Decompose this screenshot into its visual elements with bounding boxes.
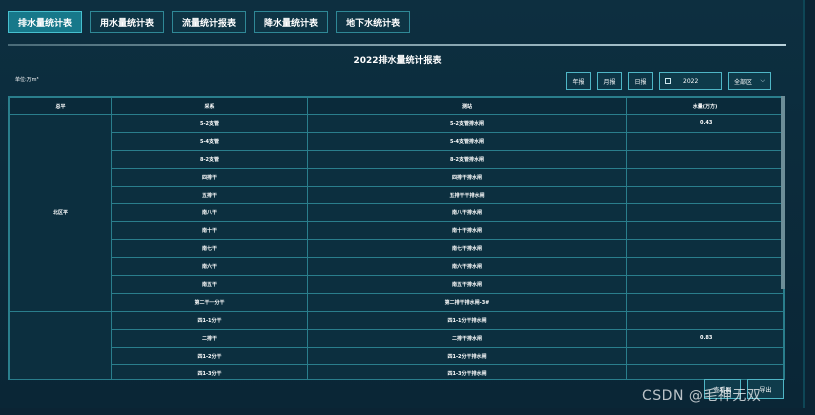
station-cell: 南七干排水闸 — [307, 239, 627, 259]
month-report-button[interactable]: 月报 — [597, 72, 622, 90]
table-row: 8-2支管 8-2支管排水闸 — [10, 149, 784, 169]
station-cell: 8-2支管排水闸 — [307, 149, 627, 169]
station-cell: 南五干排水闸 — [307, 275, 627, 294]
tab-groundwater[interactable]: 地下水统计表 — [336, 11, 411, 33]
calendar-icon — [665, 78, 671, 84]
volume-cell — [626, 131, 784, 151]
volume-cell — [626, 275, 784, 294]
volume-cell — [626, 310, 784, 330]
station-cell: 第二排干排水闸-3# — [307, 292, 627, 312]
group-cell: 北区平 — [9, 114, 112, 312]
date-value: 2022 — [683, 77, 699, 85]
volume-cell — [626, 185, 784, 205]
volume-cell — [626, 167, 784, 187]
year-report-button[interactable]: 年报 — [566, 72, 591, 90]
table-row: 南七干 南七干排水闸 — [10, 239, 784, 259]
volume-cell — [626, 149, 784, 169]
table-row: 四1-2分干 四1-2分干排水闸 — [10, 346, 784, 366]
system-cell: 南八干 — [111, 203, 308, 223]
system-cell: 二排干 — [111, 328, 308, 348]
group-cell — [9, 310, 112, 379]
table-header-row: 总平 采系 测站 水量(万方) — [9, 97, 784, 115]
volume-cell — [626, 239, 784, 259]
table-row: 南五干 南五干排水闸 — [10, 275, 784, 294]
volume-cell — [626, 221, 784, 241]
area-select-value: 全部区 — [734, 78, 753, 86]
tab-drainage[interactable]: 排水量统计表 — [8, 11, 83, 33]
volume-cell: 0.83 — [626, 328, 784, 348]
table-row: 五排干 五排干干排水闸 — [10, 185, 784, 205]
system-cell: 5-4支管 — [111, 131, 308, 151]
header-divider — [8, 44, 786, 46]
day-report-button[interactable]: 日报 — [628, 72, 653, 90]
tab-flow[interactable]: 流量统计报表 — [172, 11, 247, 33]
tab-water-usage[interactable]: 用水量统计表 — [90, 11, 165, 33]
system-cell: 四1-3分干 — [111, 364, 308, 379]
station-cell: 5-2支管排水闸 — [307, 114, 627, 133]
station-cell: 四1-2分干排水闸 — [307, 346, 627, 366]
volume-cell — [626, 257, 784, 277]
table-row: 四1-1分干 四1-1分干排水闸 — [9, 310, 784, 379]
col-header-area: 总平 — [9, 97, 112, 115]
chevron-down-icon: ⌵ — [760, 77, 765, 84]
station-cell: 南八干排水闸 — [307, 203, 627, 223]
tab-bar: 排水量统计表 用水量统计表 流量统计报表 降水量统计表 地下水统计表 — [8, 11, 411, 33]
system-cell: 南十干 — [111, 221, 308, 241]
volume-cell — [626, 346, 784, 366]
volume-cell — [626, 203, 784, 223]
system-cell: 四排干 — [111, 167, 308, 187]
system-cell: 四1-1分干 — [111, 310, 308, 330]
station-cell: 南十干排水闸 — [307, 221, 627, 241]
system-cell: 南五干 — [111, 275, 308, 294]
report-title: 2022排水量统计报表 — [353, 56, 442, 66]
system-cell: 五排干 — [111, 185, 308, 205]
system-cell: 南六干 — [111, 257, 308, 277]
table-row: 四1-3分干 四1-3分干排水闸 — [10, 364, 784, 379]
station-cell: 五排干干排水闸 — [307, 185, 627, 205]
area-select[interactable]: 全部区 ⌵ — [728, 72, 771, 90]
system-cell: 第二干一分干 — [111, 292, 308, 312]
system-cell: 南七干 — [111, 239, 308, 259]
station-cell: 二排干排水闸 — [307, 328, 627, 348]
system-cell: 5-2支管 — [111, 114, 308, 133]
volume-cell — [626, 292, 784, 312]
station-cell: 四1-3分干排水闸 — [307, 364, 627, 379]
station-cell: 四排干排水闸 — [307, 167, 627, 187]
date-picker[interactable]: 2022 — [659, 72, 722, 90]
table-row: 二排干 二排干排水闸 0.83 — [10, 328, 784, 348]
station-cell: 四1-1分干排水闸 — [307, 310, 627, 330]
system-cell: 四1-2分干 — [111, 346, 308, 366]
table-row: 5-4支管 5-4支管排水闸 — [10, 131, 784, 151]
col-header-volume: 水量(万方) — [626, 97, 784, 115]
volume-cell: 0.43 — [626, 114, 784, 133]
data-table-container[interactable]: 总平 采系 测站 水量(万方) 北区平 5-2支管 5-2支管排水闸 0.43 … — [8, 96, 785, 380]
col-header-station: 测站 — [307, 97, 627, 115]
col-header-system: 采系 — [111, 97, 308, 115]
volume-cell — [626, 364, 784, 379]
table-row: 南八干 南八干排水闸 — [10, 203, 784, 223]
system-cell: 8-2支管 — [111, 149, 308, 169]
report-controls: 年报 月报 日报 2022 全部区 ⌵ — [566, 72, 771, 90]
watermark: CSDN @毛神无双 — [642, 388, 762, 404]
drainage-table: 总平 采系 测站 水量(万方) 北区平 5-2支管 5-2支管排水闸 0.43 … — [9, 97, 784, 379]
station-cell: 南六干排水闸 — [307, 257, 627, 277]
unit-label: 单位:万m³ — [15, 77, 39, 83]
table-row: 北区平 5-2支管 5-2支管排水闸 0.43 — [9, 114, 784, 312]
table-row: 四排干 四排干排水闸 — [10, 167, 784, 187]
station-cell: 5-4支管排水闸 — [307, 131, 627, 151]
table-row: 南十干 南十干排水闸 — [10, 221, 784, 241]
table-row: 南六干 南六干排水闸 — [10, 257, 784, 277]
table-row: 第二干一分干 第二排干排水闸-3# — [10, 292, 784, 312]
tab-precipitation[interactable]: 降水量统计表 — [254, 11, 329, 33]
table-scrollbar[interactable] — [781, 96, 785, 289]
